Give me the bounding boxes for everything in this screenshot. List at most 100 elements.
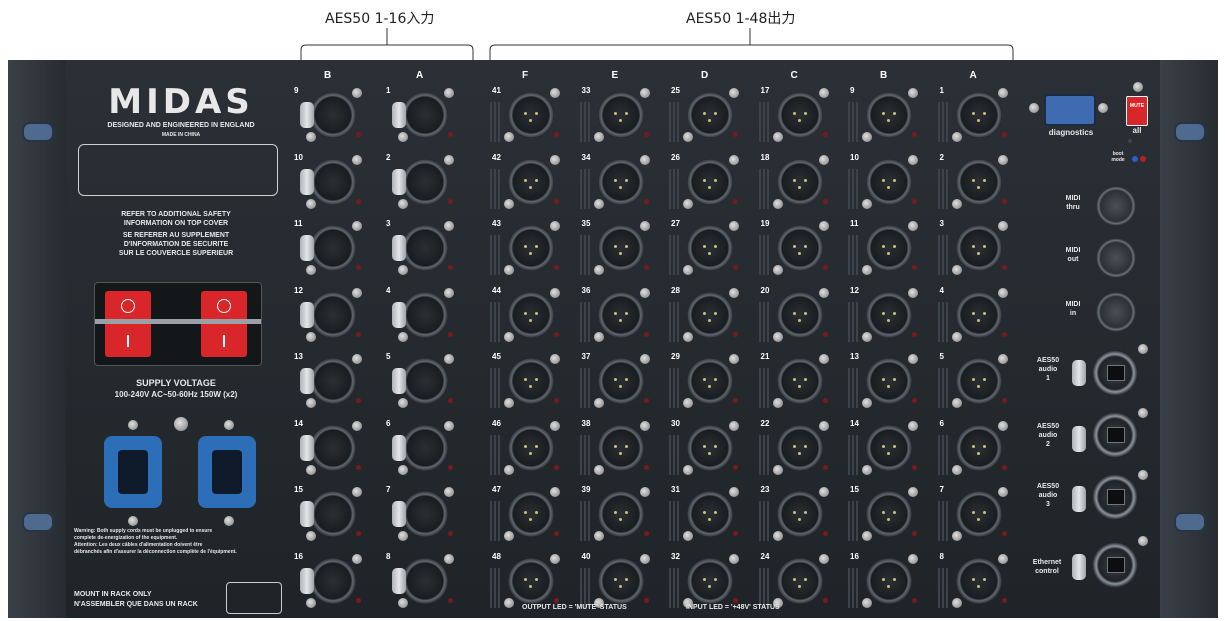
xlr-release-latch[interactable] xyxy=(300,235,314,261)
diagnostics-port[interactable] xyxy=(1044,94,1096,126)
xlr-output-jack[interactable] xyxy=(776,491,823,537)
xlr-input-jack[interactable] xyxy=(310,424,356,471)
xlr-pin xyxy=(524,511,527,514)
xlr-input-jack[interactable] xyxy=(310,92,356,138)
midi-in-port[interactable] xyxy=(1096,292,1136,332)
xlr-output-jack[interactable] xyxy=(508,424,554,471)
power-switch-1[interactable] xyxy=(105,291,151,357)
xlr-input-jack[interactable] xyxy=(402,424,448,471)
xlr-input-jack[interactable] xyxy=(402,358,448,404)
xlr-output-jack[interactable] xyxy=(866,225,912,271)
xlr-input-jack[interactable] xyxy=(310,291,356,338)
xlr-input-jack[interactable] xyxy=(402,92,448,138)
xlr-input-jack[interactable] xyxy=(310,491,356,537)
xlr-output-jack[interactable] xyxy=(955,291,1002,338)
xlr-release-latch[interactable] xyxy=(392,235,406,261)
aes50-port-1[interactable] xyxy=(1092,350,1138,396)
xlr-output-jack[interactable] xyxy=(955,158,1002,205)
xlr-input-jack[interactable] xyxy=(402,158,448,205)
xlr-release-latch[interactable] xyxy=(392,301,406,328)
xlr-output-jack[interactable] xyxy=(597,491,644,537)
xlr-output-jack[interactable] xyxy=(776,424,823,471)
ethercon-latch[interactable] xyxy=(1072,360,1086,386)
xlr-output-jack[interactable] xyxy=(687,291,733,338)
xlr-output-jack[interactable] xyxy=(776,225,823,271)
xlr-output-jack[interactable] xyxy=(776,158,823,205)
xlr-output-jack[interactable] xyxy=(508,225,554,271)
xlr-release-latch[interactable] xyxy=(392,102,406,128)
xlr-output-jack[interactable] xyxy=(955,424,1002,471)
ethercon-latch[interactable] xyxy=(1072,486,1086,512)
ethercon-latch[interactable] xyxy=(1072,554,1086,580)
xlr-output-jack[interactable] xyxy=(776,92,823,138)
xlr-output-jack[interactable] xyxy=(866,158,912,205)
xlr-output-jack[interactable] xyxy=(866,424,912,471)
xlr-output-jack[interactable] xyxy=(866,358,912,404)
xlr-output-jack[interactable] xyxy=(955,557,1002,604)
xlr-output-jack[interactable] xyxy=(508,158,554,205)
iec-power-inlet-2[interactable] xyxy=(198,436,256,508)
midi-out-port[interactable] xyxy=(1096,238,1136,278)
aes50-port-3[interactable] xyxy=(1092,474,1138,520)
xlr-output-jack[interactable] xyxy=(597,291,644,338)
xlr-release-latch[interactable] xyxy=(392,168,406,195)
xlr-output-jack[interactable] xyxy=(776,358,823,404)
xlr-input-jack[interactable] xyxy=(402,491,448,537)
xlr-input-jack[interactable] xyxy=(310,358,356,404)
xlr-output-jack[interactable] xyxy=(597,92,644,138)
xlr-output-jack[interactable] xyxy=(687,92,733,138)
ethernet-control-port[interactable] xyxy=(1092,542,1138,588)
xlr-output-jack[interactable] xyxy=(687,225,733,271)
xlr-output-jack[interactable] xyxy=(508,291,554,338)
xlr-output-jack[interactable] xyxy=(776,557,823,604)
xlr-output-jack[interactable] xyxy=(508,358,554,404)
xlr-release-latch[interactable] xyxy=(392,567,406,594)
xlr-output-jack[interactable] xyxy=(955,491,1002,537)
aes50-port-2[interactable] xyxy=(1092,412,1138,458)
xlr-output-jack[interactable] xyxy=(597,225,644,271)
xlr-release-latch[interactable] xyxy=(300,102,314,128)
xlr-input-jack[interactable] xyxy=(402,557,448,604)
xlr-output-jack[interactable] xyxy=(955,225,1002,271)
xlr-output-jack[interactable] xyxy=(866,491,912,537)
xlr-release-latch[interactable] xyxy=(300,434,314,461)
xlr-output-jack[interactable] xyxy=(687,358,733,404)
xlr-input-jack[interactable] xyxy=(402,225,448,271)
xlr-output-jack[interactable] xyxy=(597,557,644,604)
xlr-output-jack[interactable] xyxy=(866,557,912,604)
xlr-release-latch[interactable] xyxy=(300,301,314,328)
xlr-input-jack[interactable] xyxy=(310,557,356,604)
midi-thru-port[interactable] xyxy=(1096,186,1136,226)
xlr-release-latch[interactable] xyxy=(392,501,406,527)
xlr-input-jack[interactable] xyxy=(402,291,448,338)
xlr-release-latch[interactable] xyxy=(392,368,406,394)
xlr-input-jack[interactable] xyxy=(310,158,356,205)
xlr-output-jack[interactable] xyxy=(508,557,554,604)
xlr-output-jack[interactable] xyxy=(776,291,823,338)
xlr-output-jack[interactable] xyxy=(597,358,644,404)
screw-icon xyxy=(550,88,560,98)
xlr-output-jack[interactable] xyxy=(687,557,733,604)
xlr-output-jack[interactable] xyxy=(508,491,554,537)
xlr-release-latch[interactable] xyxy=(300,567,314,594)
xlr-output-jack[interactable] xyxy=(687,158,733,205)
ethercon-latch[interactable] xyxy=(1072,426,1086,452)
xlr-output-jack[interactable] xyxy=(597,424,644,471)
xlr-release-latch[interactable] xyxy=(300,168,314,195)
xlr-output-jack[interactable] xyxy=(955,92,1002,138)
xlr-output-jack[interactable] xyxy=(866,291,912,338)
iec-power-inlet-1[interactable] xyxy=(104,436,162,508)
xlr-input-jack[interactable] xyxy=(310,225,356,271)
safety-text-line: SE REFERER AU SUPPLEMENT xyxy=(122,232,230,239)
xlr-output-jack[interactable] xyxy=(597,158,644,205)
xlr-output-jack[interactable] xyxy=(687,491,733,537)
xlr-release-latch[interactable] xyxy=(392,434,406,461)
xlr-release-latch[interactable] xyxy=(300,368,314,394)
xlr-output-jack[interactable] xyxy=(955,358,1002,404)
xlr-output-jack[interactable] xyxy=(866,92,912,138)
xlr-output-jack[interactable] xyxy=(508,92,554,138)
power-switch-2[interactable] xyxy=(201,291,247,357)
xlr-release-latch[interactable] xyxy=(300,501,314,527)
mute-all-button[interactable]: MUTE xyxy=(1126,96,1148,126)
xlr-output-jack[interactable] xyxy=(687,424,733,471)
